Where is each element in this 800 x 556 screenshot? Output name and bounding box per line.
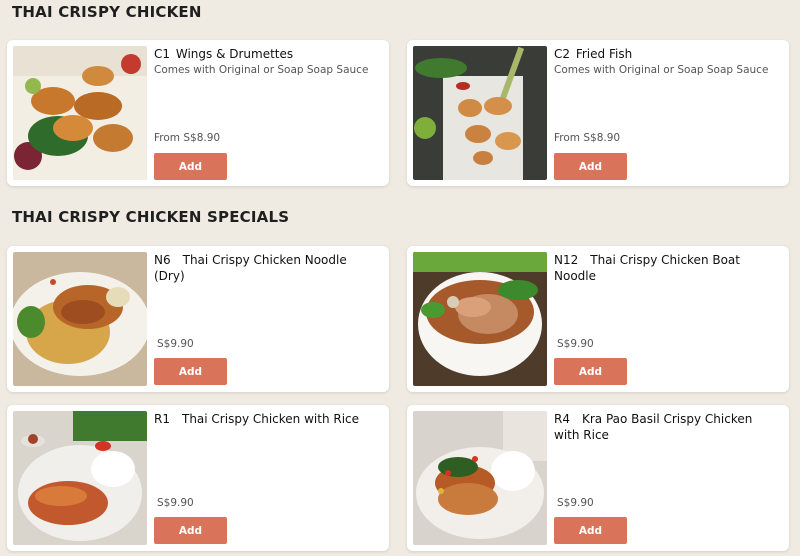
- item-title: Thai Crispy Chicken with Rice: [181, 412, 360, 426]
- item-code: C1: [154, 47, 171, 61]
- item-code: C2: [554, 47, 571, 61]
- menu-item-card-c2[interactable]: C2 Fried Fish Comes with Original or Soa…: [407, 40, 789, 186]
- item-title: Wings & Drumettes: [175, 47, 294, 61]
- item-price: S$9.90: [557, 338, 594, 350]
- item-price: S$9.90: [557, 497, 594, 509]
- add-button[interactable]: Add: [154, 153, 227, 180]
- section-title-thai-crispy-chicken-specials: THAI CRISPY CHICKEN SPECIALS: [12, 208, 290, 226]
- item-title: Kra Pao Basil Crispy Chicken with Rice: [554, 412, 753, 442]
- item-code: N12: [554, 253, 579, 267]
- chicken-noodle-photo: [13, 252, 147, 386]
- item-price: S$9.90: [157, 497, 194, 509]
- item-code: R4: [554, 412, 570, 426]
- add-button[interactable]: Add: [154, 358, 227, 385]
- fried-fish-photo: [413, 46, 547, 180]
- item-code: N6: [154, 253, 171, 267]
- menu-item-card-n6[interactable]: N6 Thai Crispy Chicken Noodle (Dry) S$9.9…: [7, 246, 389, 392]
- item-name: R4 Kra Pao Basil Crispy Chicken with Rice: [554, 411, 781, 443]
- menu-item-card-r4[interactable]: R4 Kra Pao Basil Crispy Chicken with Rice…: [407, 405, 789, 551]
- item-price: From S$8.90: [554, 132, 621, 144]
- item-title: Thai Crispy Chicken Boat Noodle: [554, 253, 740, 283]
- basil-chicken-rice-photo: [413, 411, 547, 545]
- item-name: C2 Fried Fish: [554, 46, 781, 62]
- item-title: Fried Fish: [575, 47, 633, 61]
- item-price: S$9.90: [157, 338, 194, 350]
- item-name: N12 Thai Crispy Chicken Boat Noodle: [554, 252, 781, 284]
- item-description: Comes with Original or Soap Soap Sauce: [554, 64, 769, 76]
- add-button[interactable]: Add: [154, 517, 227, 544]
- add-button[interactable]: Add: [554, 517, 627, 544]
- fried-wings-photo: [13, 46, 147, 180]
- menu-item-card-r1[interactable]: R1 Thai Crispy Chicken with Rice S$9.90 A…: [7, 405, 389, 551]
- section-title-thai-crispy-chicken: THAI CRISPY CHICKEN: [12, 3, 202, 21]
- item-name: C1 Wings & Drumettes: [154, 46, 381, 62]
- item-name: N6 Thai Crispy Chicken Noodle (Dry): [154, 252, 381, 284]
- add-button[interactable]: Add: [554, 358, 627, 385]
- item-description: Comes with Original or Soap Soap Sauce: [154, 64, 369, 76]
- menu-item-card-n12[interactable]: N12 Thai Crispy Chicken Boat Noodle S$9.9…: [407, 246, 789, 392]
- menu-item-card-c1[interactable]: C1 Wings & Drumettes Comes with Original…: [7, 40, 389, 186]
- item-name: R1 Thai Crispy Chicken with Rice: [154, 411, 381, 427]
- chicken-rice-photo: [13, 411, 147, 545]
- boat-noodle-photo: [413, 252, 547, 386]
- item-price: From S$8.90: [154, 132, 221, 144]
- item-title: Thai Crispy Chicken Noodle (Dry): [154, 253, 347, 283]
- add-button[interactable]: Add: [554, 153, 627, 180]
- item-code: R1: [154, 412, 170, 426]
